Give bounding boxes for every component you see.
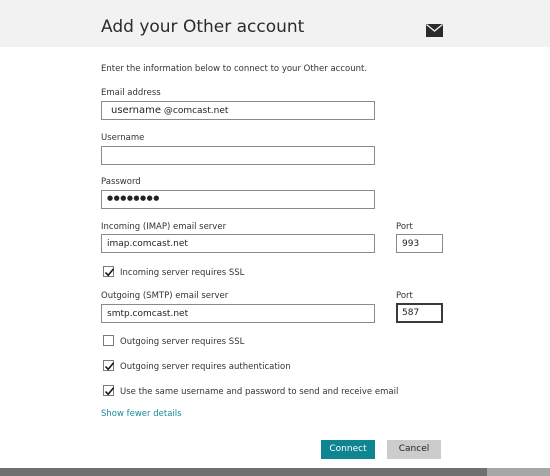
username-field[interactable] [101,146,375,165]
mail-icon [426,22,443,37]
cancel-button[interactable]: Cancel [387,440,441,459]
email-user-part: username [111,105,161,116]
outgoing-ssl-label: Outgoing server requires SSL [120,337,245,347]
email-value: username @comcast.net [111,105,228,116]
password-label: Password [101,177,141,187]
connect-button[interactable]: Connect [321,440,375,459]
outgoing-port-field[interactable] [396,303,443,323]
bottom-bar-segment [487,468,550,476]
email-label: Email address [101,88,161,98]
intro-text: Enter the information below to connect t… [101,64,368,74]
checkmark-icon [104,362,115,371]
incoming-server-field[interactable] [101,234,375,253]
incoming-ssl-label: Incoming server requires SSL [120,268,245,278]
outgoing-auth-label: Outgoing server requires authentication [120,362,291,372]
outgoing-server-field[interactable] [101,304,375,323]
checkmark-icon [104,268,115,277]
outgoing-ssl-checkbox[interactable] [103,335,114,346]
outgoing-port-label: Port [396,291,413,301]
incoming-server-label: Incoming (IMAP) email server [101,222,227,232]
same-credentials-label: Use the same username and password to se… [120,387,399,397]
incoming-ssl-checkbox[interactable] [103,266,115,277]
password-field[interactable]: ●●●●●●●● [101,190,375,209]
bottom-bar [0,468,550,476]
incoming-port-field[interactable] [396,234,443,253]
outgoing-auth-checkbox[interactable] [103,360,115,371]
username-label: Username [101,133,145,143]
outgoing-server-label: Outgoing (SMTP) email server [101,291,229,301]
email-domain-part: @comcast.net [163,106,229,116]
page-title: Add your Other account [101,17,305,37]
password-dots: ●●●●●●●● [107,194,160,202]
same-credentials-checkbox[interactable] [103,385,115,396]
checkmark-icon [104,387,115,396]
show-fewer-details-link[interactable]: Show fewer details [101,409,182,419]
incoming-port-label: Port [396,222,413,232]
email-field[interactable]: username @comcast.net [101,101,375,120]
